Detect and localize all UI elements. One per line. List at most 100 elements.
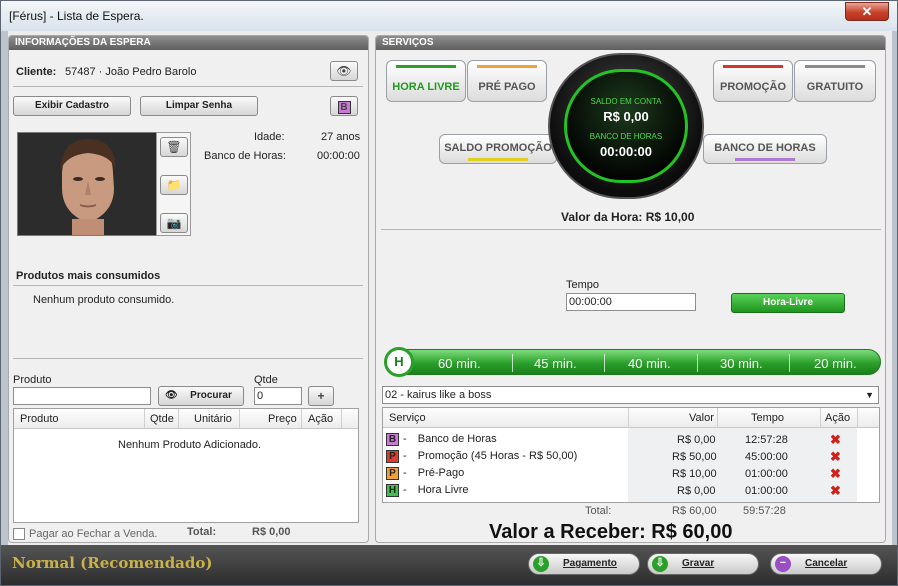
cancelar-button[interactable]: − Cancelar: [770, 553, 882, 575]
exibir-cadastro-button[interactable]: Exibir Cadastro: [13, 96, 131, 116]
open-photo-button[interactable]: 📁: [160, 175, 188, 195]
pagar-checkbox[interactable]: [13, 528, 25, 540]
chevron-down-icon: ▼: [865, 390, 874, 400]
badge-h-icon: H: [386, 484, 399, 497]
produtos-empty: Nenhum produto consumido.: [33, 294, 175, 306]
tab-promocao[interactable]: PROMOÇÃO: [713, 60, 793, 102]
mode-label: Normal (Recomendado): [12, 554, 213, 572]
gauge-ring: [564, 69, 688, 183]
remove-icon[interactable]: ✖: [830, 483, 841, 499]
idade-label: Idade:: [254, 131, 285, 143]
remove-icon[interactable]: ✖: [830, 432, 841, 448]
gauge-banco-label: BANCO DE HORAS: [589, 132, 663, 141]
divider: [13, 285, 363, 286]
eye-icon: 👁: [165, 390, 178, 401]
tab-indicator: [477, 65, 537, 68]
close-button[interactable]: ✕: [845, 2, 889, 21]
valor-hora: Valor da Hora: R$ 10,00: [561, 210, 695, 224]
view-client-button[interactable]: 👁: [330, 61, 358, 81]
window: [Férus] - Lista de Espera. ✕ INFORMAÇÕES…: [0, 0, 898, 586]
col-qtde: Qtde: [150, 413, 174, 425]
option-40[interactable]: 40 min.: [628, 356, 671, 371]
hora-livre-button[interactable]: Hora-Livre: [731, 293, 845, 313]
save-icon: ⇩: [652, 556, 668, 572]
tab-saldo-promocao[interactable]: SALDO PROMOÇÃO: [439, 134, 557, 164]
tab-indicator: [735, 158, 795, 161]
photo-actions: 🗑 📁 📷: [156, 132, 191, 236]
banco-horas-label: Banco de Horas:: [204, 150, 286, 162]
service-tempo: 01:00:00: [745, 485, 788, 497]
tab-label: HORA LIVRE: [392, 81, 460, 93]
divider: [604, 354, 605, 372]
option-45[interactable]: 45 min.: [534, 356, 577, 371]
remove-icon[interactable]: ✖: [830, 449, 841, 465]
tab-pre-pago[interactable]: PRÉ PAGO: [467, 60, 547, 102]
tempo-input[interactable]: 00:00:00: [566, 293, 696, 311]
divider: [820, 408, 821, 428]
delete-photo-button[interactable]: 🗑: [160, 137, 188, 157]
services-grid-header: Serviço Valor Tempo Ação: [383, 408, 879, 428]
badge-p-icon: P: [386, 450, 399, 463]
tab-label: PROMOÇÃO: [720, 81, 786, 93]
service-row[interactable]: P- Pré-Pago: [386, 467, 464, 480]
tab-banco-horas[interactable]: BANCO DE HORAS: [703, 134, 827, 164]
camera-icon: 📷: [166, 216, 182, 230]
tab-label: PRÉ PAGO: [478, 81, 536, 93]
divider: [341, 409, 342, 429]
gravar-button[interactable]: ⇩ Gravar: [647, 553, 759, 575]
tab-gratuito[interactable]: GRATUITO: [794, 60, 876, 102]
col-tempo: Tempo: [751, 412, 785, 424]
client-value: 57487 · João Pedro Barolo: [65, 66, 197, 78]
option-20[interactable]: 20 min.: [814, 356, 857, 371]
b-badge-button[interactable]: B: [330, 96, 358, 116]
idade-value: 27 anos: [321, 131, 361, 143]
service-valor: R$ 0,00: [677, 485, 716, 497]
divider: [717, 408, 718, 428]
tab-hora-livre[interactable]: HORA LIVRE: [386, 60, 466, 102]
service-valor: R$ 0,00: [677, 434, 716, 446]
b-badge-icon: B: [337, 101, 351, 114]
window-title: [Férus] - Lista de Espera.: [9, 9, 144, 23]
col-valor: Valor: [689, 412, 714, 424]
tab-indicator: [468, 158, 528, 161]
remove-icon[interactable]: ✖: [830, 466, 841, 482]
qtde-label: Qtde: [254, 374, 278, 386]
divider: [512, 354, 513, 372]
folder-icon: 📁: [166, 178, 182, 192]
camera-button[interactable]: 📷: [160, 213, 188, 233]
valor-receber: Valor a Receber: R$ 60,00: [489, 521, 733, 543]
services-total-tempo: 59:57:28: [743, 505, 786, 517]
qtde-input[interactable]: 0: [254, 387, 302, 405]
service-tempo: 45:00:00: [745, 451, 788, 463]
divider: [178, 409, 179, 429]
service-tempo: 01:00:00: [745, 468, 788, 480]
badge-b-icon: B: [386, 433, 399, 446]
divider: [13, 86, 363, 87]
produto-input[interactable]: [13, 387, 151, 405]
divider: [239, 409, 240, 429]
service-selector: HORA LIVRE PRÉ PAGO PROMOÇÃO GRATUITO SA…: [381, 53, 882, 201]
service-row[interactable]: H- Hora Livre: [386, 484, 468, 497]
info-panel: INFORMAÇÕES DA ESPERA Cliente: 57487 · J…: [8, 35, 369, 543]
procurar-button[interactable]: 👁 Procurar: [158, 386, 244, 406]
services-total-valor: R$ 60,00: [672, 505, 717, 517]
service-row[interactable]: B- Banco de Horas: [386, 433, 497, 446]
time-options-bar: H 60 min. 45 min. 40 min. 30 min. 20 min…: [384, 347, 881, 377]
balance-gauge: SALDO EM CONTA R$ 0,00 BANCO DE HORAS 00…: [548, 53, 704, 199]
col-acao: Ação: [825, 412, 851, 424]
products-grid-header: Produto Qtde Unitário Preço Ação: [14, 409, 358, 429]
divider: [13, 358, 363, 359]
pagamento-button[interactable]: ⇩ Pagamento: [528, 553, 640, 575]
services-panel-header: SERVIÇOS: [376, 36, 885, 50]
option-30[interactable]: 30 min.: [720, 356, 763, 371]
machine-select-value: 02 - kairus like a boss: [385, 389, 492, 401]
total-label: Total:: [187, 526, 217, 538]
machine-select[interactable]: 02 - kairus like a boss ▼: [382, 386, 879, 404]
services-grid: Serviço Valor Tempo Ação B- Banco de Hor…: [382, 407, 880, 503]
option-60[interactable]: 60 min.: [438, 356, 481, 371]
add-product-button[interactable]: +: [308, 386, 334, 406]
products-empty: Nenhum Produto Adicionado.: [118, 439, 262, 451]
limpar-senha-button[interactable]: Limpar Senha: [140, 96, 258, 116]
tab-indicator: [723, 65, 783, 68]
service-row[interactable]: P- Promoção (45 Horas - R$ 50,00): [386, 450, 577, 463]
